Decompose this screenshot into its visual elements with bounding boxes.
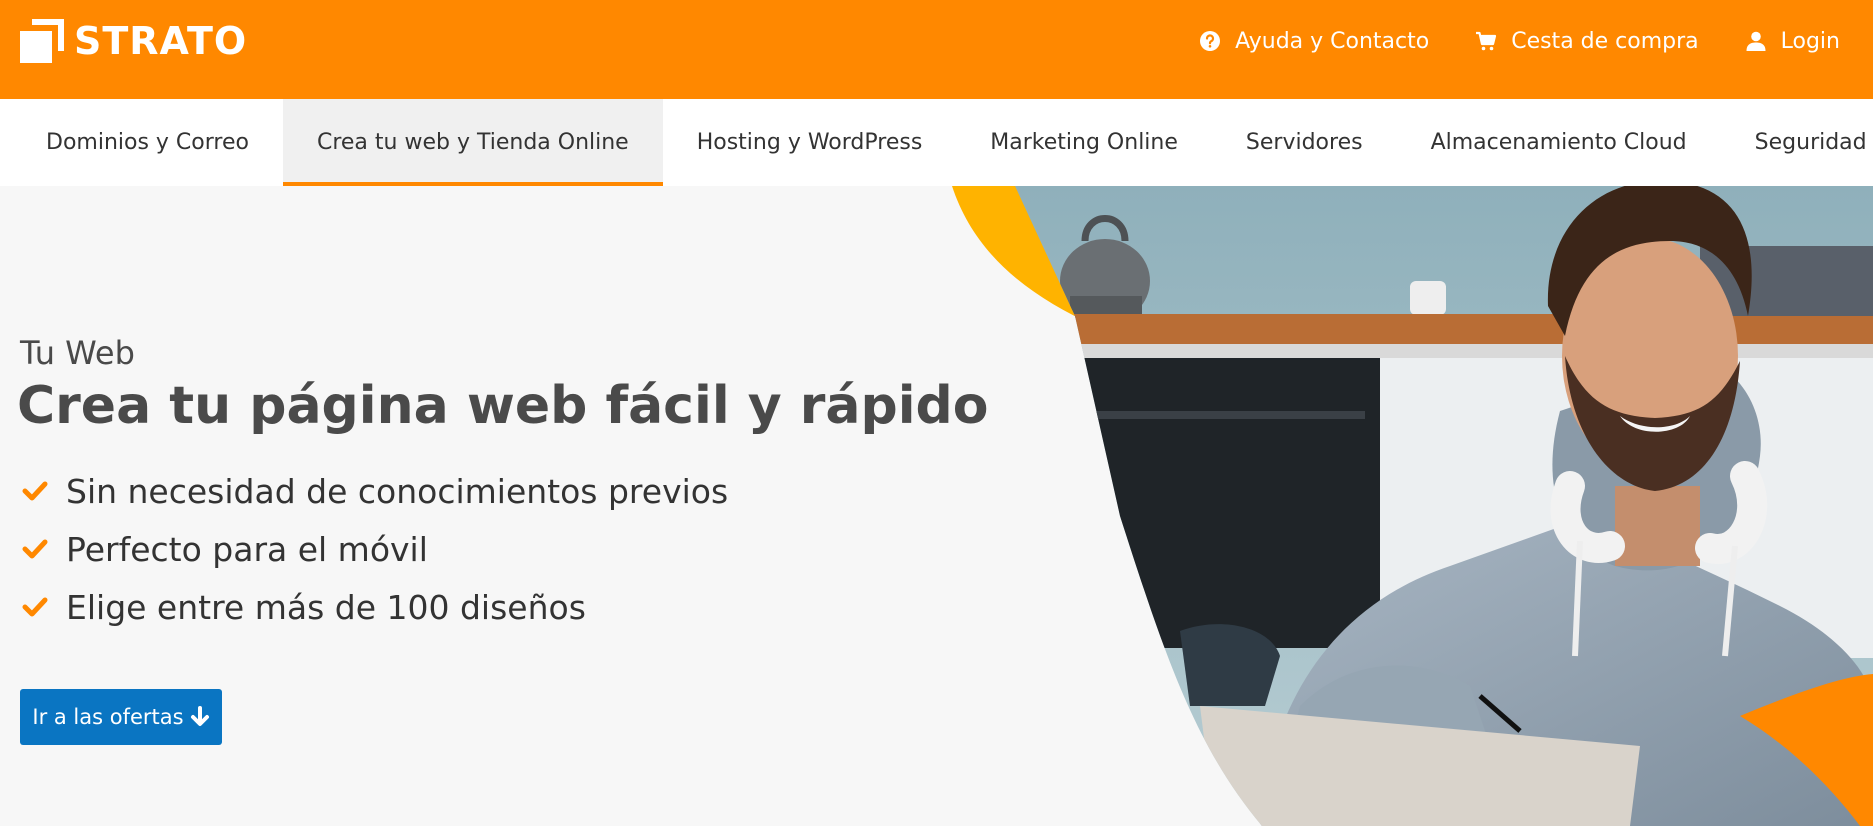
nav-item-hosting-wordpress[interactable]: Hosting y WordPress	[663, 99, 957, 186]
feature-item: Elige entre más de 100 diseños	[22, 578, 728, 636]
main-nav: Dominios y Correo Crea tu web y Tienda O…	[0, 99, 1873, 186]
nav-item-marketing-online[interactable]: Marketing Online	[956, 99, 1212, 186]
hero-headline: Crea tu página web fácil y rápido	[17, 376, 989, 436]
cart-icon	[1476, 31, 1497, 51]
feature-text: Sin necesidad de conocimientos previos	[66, 471, 729, 511]
hero-eyebrow: Tu Web	[20, 334, 135, 372]
check-icon	[22, 539, 48, 559]
question-circle-icon	[1200, 31, 1221, 51]
help-contact-link[interactable]: Ayuda y Contacto	[1199, 29, 1429, 54]
cart-label: Cesta de compra	[1511, 28, 1699, 54]
feature-text: Perfecto para el móvil	[66, 529, 428, 569]
login-label: Login	[1780, 28, 1840, 54]
feature-list: Sin necesidad de conocimientos previos P…	[22, 462, 728, 636]
check-icon	[22, 597, 48, 617]
nav-item-almacenamiento-cloud[interactable]: Almacenamiento Cloud	[1397, 99, 1721, 186]
help-contact-label: Ayuda y Contacto	[1235, 28, 1430, 54]
arrow-down-icon	[190, 706, 209, 726]
user-icon	[1746, 31, 1766, 51]
feature-item: Perfecto para el móvil	[22, 520, 728, 578]
nav-item-seguridad[interactable]: Seguridad	[1721, 99, 1873, 186]
feature-text: Elige entre más de 100 diseños	[66, 587, 586, 627]
strato-logo-icon	[20, 19, 64, 63]
nav-items: Dominios y Correo Crea tu web y Tienda O…	[12, 99, 1873, 186]
top-links: Ayuda y Contacto Cesta de compra Login	[1199, 22, 1840, 60]
strato-logo[interactable]: STRATO	[20, 19, 247, 63]
feature-item: Sin necesidad de conocimientos previos	[22, 462, 728, 520]
nav-item-crea-tu-web[interactable]: Crea tu web y Tienda Online	[282, 99, 663, 186]
go-to-offers-button[interactable]: Ir a las ofertas	[20, 689, 222, 745]
logo-text: STRATO	[74, 19, 248, 63]
cta-label: Ir a las ofertas	[32, 705, 184, 729]
login-link[interactable]: Login	[1745, 29, 1840, 54]
hero-section: Tu Web Crea tu página web fácil y rápido…	[0, 186, 1873, 826]
nav-item-servidores[interactable]: Servidores	[1212, 99, 1397, 186]
cart-link[interactable]: Cesta de compra	[1475, 28, 1699, 54]
top-bar: STRATO Ayuda y Contacto Cesta de compra	[0, 0, 1873, 99]
nav-item-dominios-correo[interactable]: Dominios y Correo	[12, 99, 283, 186]
check-icon	[22, 481, 48, 501]
